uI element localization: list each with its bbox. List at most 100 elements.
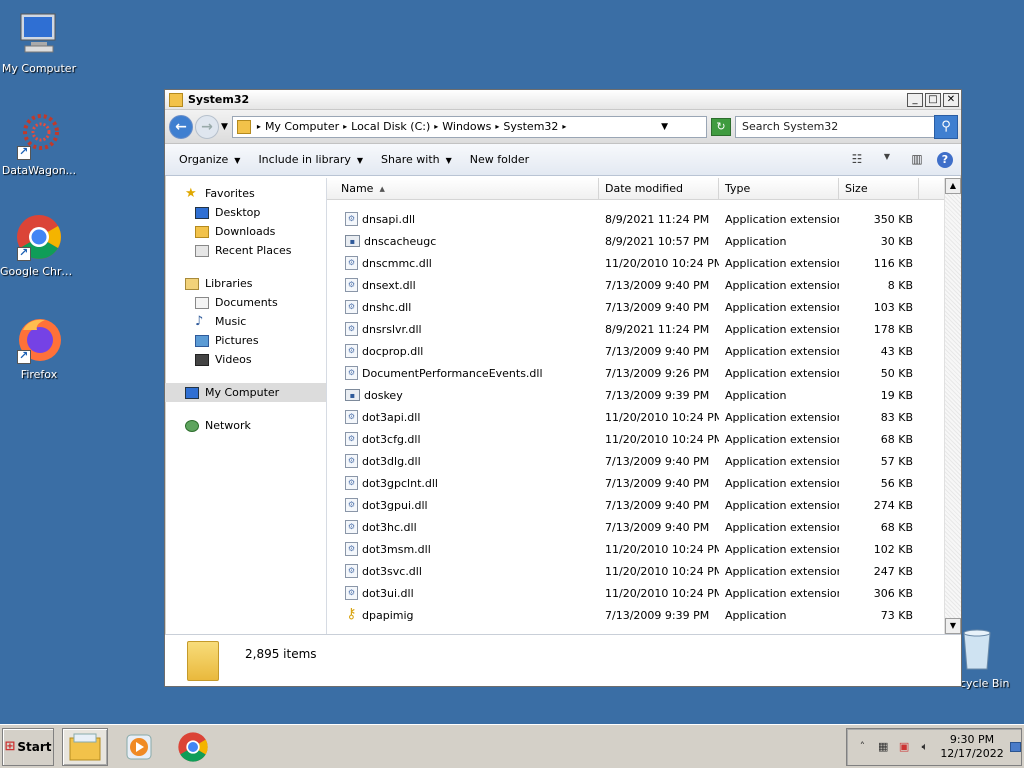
action-center-icon[interactable]: ▦ <box>876 740 891 754</box>
nav-libraries[interactable]: Libraries <box>165 274 326 293</box>
breadcrumb[interactable]: ▸ My Computer ▸ Local Disk (C:) ▸ Window… <box>231 115 707 138</box>
chevron-right-icon[interactable]: ▸ <box>343 122 347 131</box>
table-row[interactable]: ▪ dnscacheugc 8/9/2021 10:57 PM Application… <box>327 230 944 252</box>
nav-downloads[interactable]: Downloads <box>165 222 326 241</box>
include-in-library-button[interactable]: Include in library ▼ <box>258 153 363 166</box>
table-row[interactable]: ⚙ dot3hc.dll 7/13/2009 9:40 PM Application … <box>327 516 944 538</box>
table-row[interactable]: ⚙ dot3msm.dll 11/20/2010 10:24 PM Applicati… <box>327 538 944 560</box>
file-date: 8/9/2021 11:24 PM <box>605 322 710 336</box>
refresh-icon[interactable]: ↻ <box>711 117 731 136</box>
table-row[interactable]: ⚙ dot3ui.dll 11/20/2010 10:24 PM Applicatio… <box>327 582 944 604</box>
preview-pane-icon[interactable]: ▥ <box>907 152 927 168</box>
nav-videos[interactable]: Videos <box>165 350 326 369</box>
nav-my-computer[interactable]: My Computer <box>165 383 326 402</box>
file-type: Application extension <box>725 322 839 336</box>
nav-documents[interactable]: Documents <box>165 293 326 312</box>
nav-recent-places[interactable]: Recent Places <box>165 241 326 260</box>
table-row[interactable]: ⚙ dnsapi.dll 8/9/2021 11:24 PM Application … <box>327 208 944 230</box>
chrome-icon <box>178 731 208 762</box>
music-icon: ♪ <box>195 313 204 329</box>
file-type: Application extension <box>725 542 839 556</box>
table-row[interactable]: ⚙ dnsrslvr.dll 8/9/2021 11:24 PM Applicatio… <box>327 318 944 340</box>
taskbar-chrome[interactable] <box>170 728 216 766</box>
file-list: Name ▲ Date modified Type Size ⚙ dnsapi.dl… <box>327 178 961 634</box>
back-button[interactable]: ← <box>169 114 193 139</box>
computer-icon <box>15 10 63 58</box>
pictures-icon <box>195 334 209 347</box>
nav-music[interactable]: ♪ Music <box>165 312 326 331</box>
desktop-icon-firefox[interactable]: Firefox <box>0 316 78 381</box>
file-date: 11/20/2010 10:24 PM <box>605 410 719 424</box>
organize-button[interactable]: Organize ▼ <box>179 153 240 166</box>
search-icon[interactable]: ⚲ <box>934 114 958 139</box>
start-button[interactable]: ⊞ Start <box>2 727 54 766</box>
chevron-right-icon[interactable]: ▸ <box>434 122 438 131</box>
table-row[interactable]: ⚙ docprop.dll 7/13/2009 9:40 PM Application… <box>327 340 944 362</box>
column-header-date[interactable]: Date modified <box>599 178 719 199</box>
file-date: 7/13/2009 9:39 PM <box>605 388 710 402</box>
chevron-right-icon[interactable]: ▸ <box>562 122 566 131</box>
table-row[interactable]: ⚙ dnsext.dll 7/13/2009 9:40 PM Application … <box>327 274 944 296</box>
breadcrumb-system32[interactable]: System32 <box>503 120 558 133</box>
scroll-up-icon[interactable]: ▲ <box>945 178 961 194</box>
vertical-scrollbar[interactable]: ▲ ▼ <box>944 178 961 634</box>
table-row[interactable]: ⚙ DocumentPerformanceEvents.dll 7/13/2009 … <box>327 362 944 384</box>
minimize-button[interactable]: _ <box>907 92 923 107</box>
file-date: 11/20/2010 10:24 PM <box>605 542 719 556</box>
desktop-icon-my-computer[interactable]: My Computer <box>0 10 78 75</box>
show-hidden-icons-chevron-up-icon[interactable]: ˄ <box>855 740 870 754</box>
windows-logo-icon: ⊞ <box>4 739 16 754</box>
column-header-name[interactable]: Name ▲ <box>327 178 599 199</box>
clock[interactable]: 9:30 PM 12/17/2022 <box>940 733 1003 761</box>
table-row[interactable]: ⚙ dnscmmc.dll 11/20/2010 10:24 PM Applicati… <box>327 252 944 274</box>
dll-file-icon: ⚙ <box>345 344 358 358</box>
maximize-button[interactable]: □ <box>925 92 941 107</box>
chevron-right-icon[interactable]: ▸ <box>257 122 261 131</box>
table-row[interactable]: ⚙ dot3api.dll 11/20/2010 10:24 PM Applicati… <box>327 406 944 428</box>
table-row[interactable]: ⚙ dot3gpclnt.dll 7/13/2009 9:40 PM Applicat… <box>327 472 944 494</box>
dll-file-icon: ⚙ <box>345 278 358 292</box>
nav-pictures[interactable]: Pictures <box>165 331 326 350</box>
volume-icon[interactable]: 🔈︎ <box>917 740 932 754</box>
view-options-chevron-down-icon[interactable]: ▼ <box>877 152 897 168</box>
breadcrumb-my-computer[interactable]: My Computer <box>265 120 339 133</box>
forward-button[interactable]: → <box>195 114 219 139</box>
taskbar-explorer[interactable] <box>62 727 108 766</box>
desktop-icon-datawagon[interactable]: DataWagon... <box>0 112 78 177</box>
dll-file-icon: ⚙ <box>345 520 358 534</box>
shortcut-arrow-icon <box>17 145 31 160</box>
desktop-icon-google-chrome[interactable]: Google Chrome <box>0 213 78 278</box>
column-header-type[interactable]: Type <box>719 178 839 199</box>
share-with-button[interactable]: Share with ▼ <box>381 153 452 166</box>
address-dropdown-chevron-down-icon[interactable]: ▼ <box>661 122 668 132</box>
show-desktop-button[interactable] <box>1009 741 1021 752</box>
scroll-down-icon[interactable]: ▼ <box>945 618 961 634</box>
content-area: ★ Favorites Desktop Downloads Recent Pla… <box>165 178 961 634</box>
table-row[interactable]: ⚷ dpapimig 7/13/2009 9:39 PM Application 73 … <box>327 604 944 626</box>
network-icon[interactable]: ▣ <box>897 740 912 754</box>
file-type: Application extension <box>725 520 839 534</box>
breadcrumb-local-disk[interactable]: Local Disk (C:) <box>351 120 430 133</box>
table-row[interactable]: ⚙ dot3svc.dll 11/20/2010 10:24 PM Applicati… <box>327 560 944 582</box>
new-folder-button[interactable]: New folder <box>470 153 529 166</box>
search-input[interactable]: Search System32 ⚲ <box>735 114 958 139</box>
table-row[interactable]: ⚙ dnshc.dll 7/13/2009 9:40 PM Application e… <box>327 296 944 318</box>
help-icon[interactable]: ? <box>937 151 953 168</box>
table-row[interactable]: ⚙ dot3cfg.dll 11/20/2010 10:24 PM Applicati… <box>327 428 944 450</box>
nav-network[interactable]: Network <box>165 416 326 435</box>
table-row[interactable]: ⚙ dot3dlg.dll 7/13/2009 9:40 PM Application… <box>327 450 944 472</box>
chevron-right-icon[interactable]: ▸ <box>495 122 499 131</box>
shortcut-arrow-icon <box>17 349 31 364</box>
column-header-size[interactable]: Size <box>839 178 919 199</box>
taskbar-media-player[interactable] <box>116 728 162 766</box>
file-date: 7/13/2009 9:39 PM <box>605 608 710 622</box>
nav-desktop[interactable]: Desktop <box>165 203 326 222</box>
table-row[interactable]: ▪ doskey 7/13/2009 9:39 PM Application 19 KB <box>327 384 944 406</box>
table-row[interactable]: ⚙ dot3gpui.dll 7/13/2009 9:40 PM Applicatio… <box>327 494 944 516</box>
title-bar[interactable]: System32 _ □ ✕ <box>165 90 961 110</box>
change-view-icon[interactable]: ☷ <box>847 152 867 168</box>
close-button[interactable]: ✕ <box>943 92 959 107</box>
nav-favorites[interactable]: ★ Favorites <box>165 184 326 203</box>
breadcrumb-windows[interactable]: Windows <box>442 120 491 133</box>
recent-pages-chevron-down-icon[interactable]: ▼ <box>221 122 228 132</box>
